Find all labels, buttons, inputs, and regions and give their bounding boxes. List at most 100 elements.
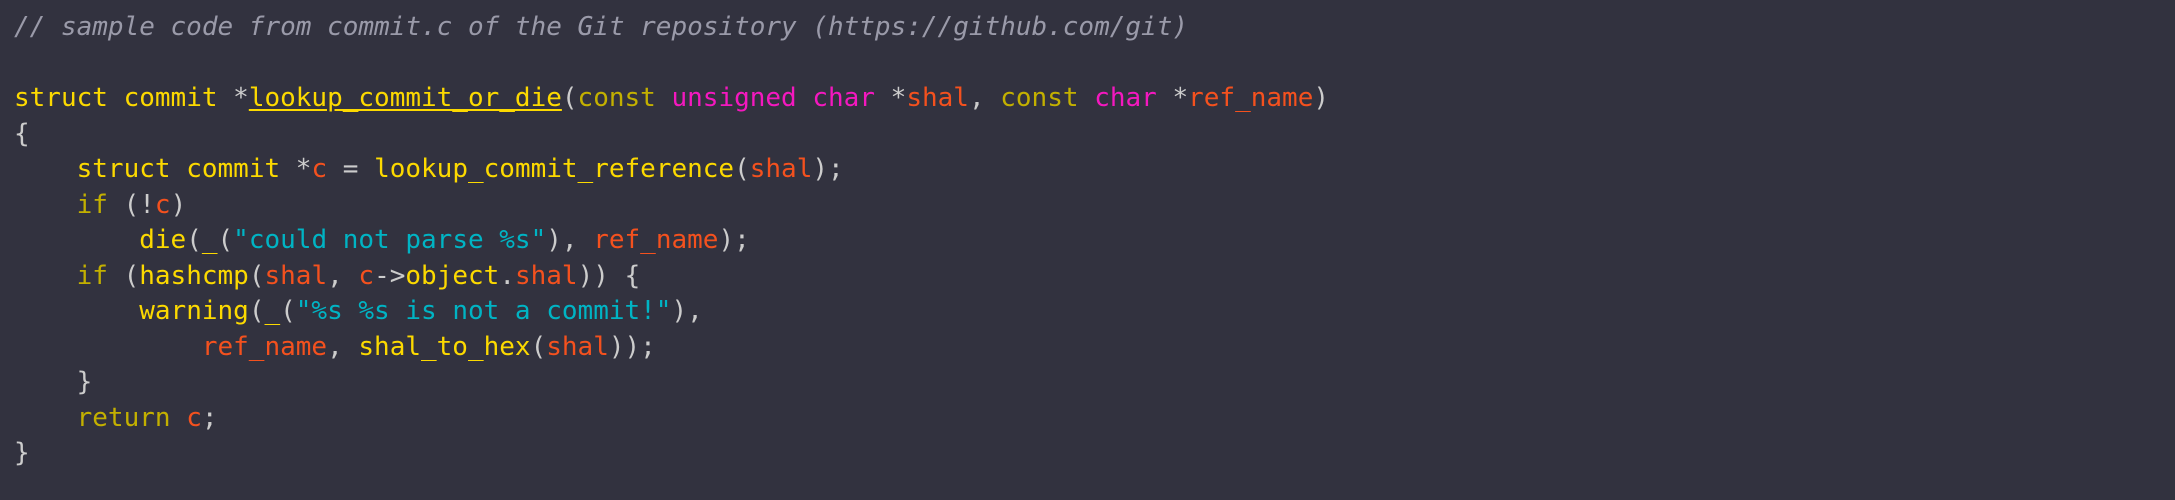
code-token: shal — [264, 260, 328, 291]
code-token: ( — [248, 260, 265, 291]
code-line: } — [14, 365, 2175, 401]
code-token: ref_name — [1188, 83, 1314, 113]
code-token: c — [311, 154, 328, 184]
code-token: } — [14, 438, 30, 468]
code-token: c — [186, 402, 202, 433]
code-token: ref_name — [201, 331, 328, 362]
code-token: ref_name — [593, 225, 719, 255]
code-token: , — [327, 260, 343, 291]
code-token: ( — [217, 225, 234, 255]
code-token: ) — [546, 225, 562, 255]
code-line: die(_("could not parse %s"), ref_name); — [14, 223, 2175, 259]
code-token: ) — [608, 331, 625, 362]
code-token: shal — [546, 331, 609, 362]
code-token: c — [154, 189, 171, 220]
code-line: { — [14, 117, 2175, 153]
code-line: if (hashcmp(shal, c->object.shal)) { — [14, 259, 2175, 295]
code-token: ( — [530, 331, 547, 362]
code-token: . — [499, 260, 515, 291]
code-token: { — [14, 118, 30, 149]
code-token: char — [812, 83, 875, 113]
code-token: , — [968, 83, 985, 113]
code-token: warning — [139, 296, 249, 326]
code-token: ( — [561, 83, 578, 113]
code-token: shal — [514, 260, 578, 291]
code-token: ! — [139, 189, 155, 220]
code-token: , — [327, 331, 343, 362]
code-token: commit — [186, 154, 281, 184]
code-line: return c; — [14, 401, 2175, 437]
code-token: struct — [76, 154, 171, 184]
code-line: if (!c) — [14, 188, 2175, 224]
code-token: return — [76, 402, 171, 433]
code-token: ( — [280, 296, 296, 326]
code-token: shal — [749, 154, 813, 184]
code-token: * — [233, 83, 249, 113]
code-token: lookup_commit_or_die — [248, 83, 562, 113]
code-token: object — [405, 260, 500, 291]
code-token: * — [295, 154, 312, 184]
code-line: ref_name, shal_to_hex(shal)); — [14, 330, 2175, 366]
code-token: , — [687, 296, 703, 326]
code-token: ) — [624, 331, 641, 362]
code-token: ) — [577, 260, 594, 291]
code-token: lookup_commit_reference — [374, 154, 735, 184]
code-token: ) — [593, 260, 609, 291]
code-token: commit — [123, 83, 218, 113]
code-token: die — [139, 225, 187, 255]
code-token: _ — [264, 296, 281, 326]
code-token: shal_to_hex — [358, 331, 531, 362]
code-line: struct commit *c = lookup_commit_referen… — [14, 152, 2175, 188]
code-token: hashcmp — [139, 260, 249, 291]
code-token: if — [76, 260, 108, 291]
code-token: ( — [123, 189, 140, 220]
code-token: ( — [248, 296, 265, 326]
code-token: unsigned — [671, 83, 797, 113]
code-token: const — [577, 83, 656, 113]
code-token: = — [342, 154, 359, 184]
code-block[interactable]: // sample code from commit.c of the Git … — [0, 0, 2175, 472]
code-token: if — [76, 189, 108, 220]
code-token: ( — [734, 154, 750, 184]
code-token: ) — [718, 225, 735, 255]
code-token: ; — [640, 331, 656, 362]
code-token: , — [561, 225, 578, 255]
code-token: ; — [201, 402, 218, 433]
code-token: { — [624, 260, 641, 291]
code-token: ( — [186, 225, 202, 255]
code-token: "%s %s is not a commit!" — [295, 296, 672, 326]
code-token: char — [1094, 83, 1157, 113]
code-token: ( — [123, 260, 140, 291]
code-line: // sample code from commit.c of the Git … — [14, 10, 2175, 46]
code-token: ) — [1313, 83, 1330, 113]
code-token: "could not parse %s" — [233, 225, 547, 255]
code-token: struct — [14, 83, 108, 113]
code-line: warning(_("%s %s is not a commit!"), — [14, 294, 2175, 330]
code-token: * — [890, 83, 907, 113]
code-token: * — [1172, 83, 1189, 113]
